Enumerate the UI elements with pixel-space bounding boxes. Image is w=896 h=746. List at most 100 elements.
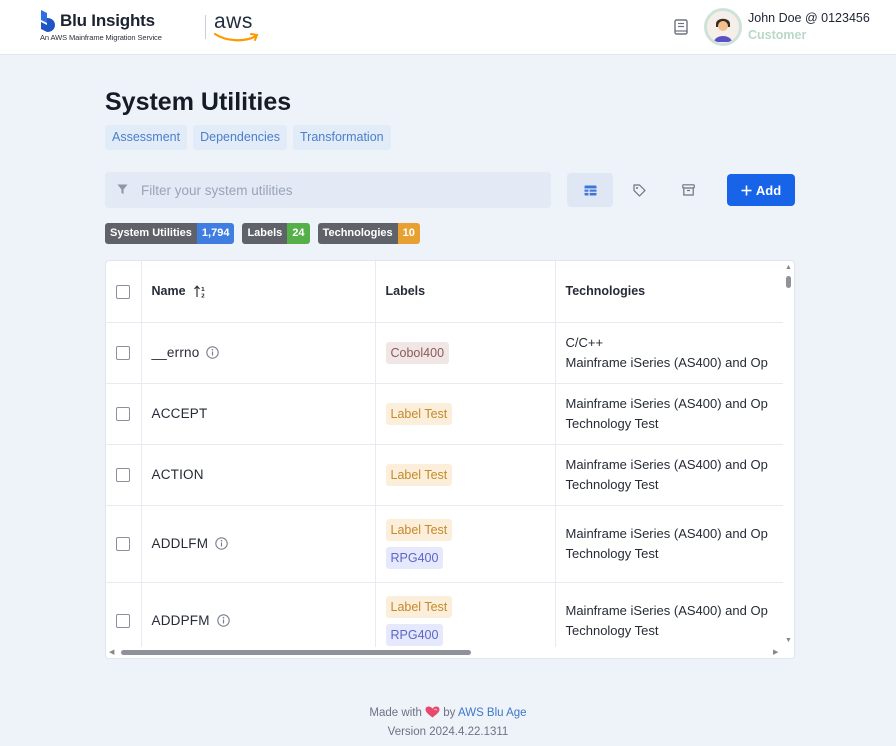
label-chip[interactable]: Label Test [385,402,453,425]
labels-cell: Label Test [375,444,556,506]
column-header-name[interactable]: Name 1 2 [141,261,376,323]
footer-credit: Made with by AWS Blu Age [0,706,896,719]
utility-name[interactable]: __errno [152,345,200,360]
top-bar: Blu Insights An AWS Mainframe Migration … [0,0,896,55]
label-chip[interactable]: Label Test [385,595,453,618]
plus-icon [741,185,752,195]
archive-view-button[interactable] [665,173,711,207]
table-view-button[interactable] [567,173,613,207]
utility-name[interactable]: ADDPFM [152,613,210,628]
tab-transformation[interactable]: Transformation [293,125,391,150]
label-chips: Label Test [385,463,545,486]
row-select-cell [106,505,142,583]
label-chip[interactable]: RPG400 [385,546,444,569]
horizontal-scrollbar[interactable]: ◀ ▶ [106,647,794,658]
labels-cell: Label Test [375,383,556,445]
add-button-label: Add [755,182,782,198]
stat-system-utilities: System Utilities 1,794 [105,223,235,244]
technology-name: Mainframe iSeries (AS400) and Op [565,354,768,370]
archive-icon [681,184,695,196]
avatar[interactable] [704,8,742,46]
footer-company-link[interactable]: AWS Blu Age [458,707,527,719]
docs-book-icon[interactable] [674,19,688,35]
stat-value: 24 [287,223,310,244]
name-cell-content: ADDLFM [152,536,365,551]
info-icon[interactable] [216,614,230,627]
aws-logo-text: aws [214,10,253,33]
add-button[interactable]: Add [727,174,795,206]
user-avatar-icon [707,11,739,43]
footer-made-with: Made with [369,707,422,719]
stat-value: 10 [397,223,420,244]
row-checkbox[interactable] [116,346,131,361]
filter-funnel-icon [117,184,128,194]
scroll-left-arrow-icon[interactable]: ◀ [109,649,114,656]
technology-name: Mainframe iSeries (AS400) and Op [565,602,768,618]
column-header-technologies: Technologies [555,261,785,323]
labels-view-button[interactable] [616,173,662,207]
labels-cell: Label Test RPG400 [375,582,556,648]
tab-assessment[interactable]: Assessment [105,125,188,150]
table-row[interactable]: ACTION Label Test Mainframe iSeries (AS400… [106,444,785,506]
table-row[interactable]: ADDPFM Label Test RPG400 Mainframe iSeries … [106,582,785,648]
name-cell-content: ACTION [152,467,365,482]
stat-value: 1,794 [196,223,235,244]
scroll-up-arrow-icon[interactable]: ▲ [785,264,792,271]
row-select-cell [106,322,142,384]
system-utilities-table: Name 1 2 Labels Technologies __errno Cobo… [105,260,795,659]
horizontal-scroll-thumb[interactable] [121,650,471,655]
name-cell: ADDLFM [141,505,376,583]
label-chip[interactable]: Cobol400 [385,341,450,364]
technologies-cell: Mainframe iSeries (AS400) and Op Technolo… [555,444,785,506]
tab-bar: Assessment Dependencies Transformation [105,125,391,150]
table-row[interactable]: __errno Cobol400 C/C++ Mainframe iSeries (A… [106,322,785,384]
table-row[interactable]: ADDLFM Label Test RPG400 Mainframe iSeries … [106,505,785,583]
tag-icon [632,183,646,197]
label-chip[interactable]: Label Test [385,463,453,486]
name-cell: ACTION [141,444,376,506]
column-header-labels: Labels [375,261,556,323]
filter-bar[interactable] [105,172,551,208]
name-cell: ACCEPT [141,383,376,445]
user-name[interactable]: John Doe @ 0123456 [748,11,870,25]
vertical-scroll-thumb[interactable] [786,276,791,288]
table-viewport[interactable]: Name 1 2 Labels Technologies __errno Cobo… [106,261,785,648]
brand-name: Blu Insights [60,11,155,30]
row-checkbox[interactable] [116,407,131,422]
row-checkbox[interactable] [116,614,131,629]
technologies-cell: C/C++ Mainframe iSeries (AS400) and Op [555,322,785,384]
technologies-cell: Mainframe iSeries (AS400) and Op Technolo… [555,582,785,648]
tab-dependencies[interactable]: Dependencies [193,125,288,150]
label-chips: Label Test RPG400 [385,518,545,569]
page-title: System Utilities [105,88,292,116]
name-cell-content: ACCEPT [152,406,365,421]
scroll-right-arrow-icon[interactable]: ▶ [773,649,778,656]
row-select-cell [106,582,142,648]
stats-badges: System Utilities 1,794 Labels 24 Technol… [105,223,420,244]
utility-name[interactable]: ADDLFM [152,536,209,551]
sort-icon[interactable]: 1 2 [193,285,207,298]
technology-name: C/C++ [565,334,604,350]
technology-name: Mainframe iSeries (AS400) and Op [565,525,768,541]
name-cell-content: __errno [152,345,365,360]
technology-name: Mainframe iSeries (AS400) and Op [565,395,768,411]
utility-name[interactable]: ACTION [152,467,204,482]
row-checkbox[interactable] [116,468,131,483]
info-icon[interactable] [215,537,228,550]
brand-subtitle: An AWS Mainframe Migration Service [40,33,162,42]
aws-smile-icon [214,32,259,42]
utility-name[interactable]: ACCEPT [152,406,208,421]
vertical-scrollbar[interactable]: ▲ ▼ [783,261,794,648]
label-chip[interactable]: RPG400 [385,623,444,646]
scroll-down-arrow-icon[interactable]: ▼ [785,637,792,644]
select-all-checkbox[interactable] [116,284,131,299]
row-checkbox[interactable] [116,537,131,552]
label-chip[interactable]: Label Test [385,518,453,541]
name-cell: ADDPFM [141,582,376,648]
table-row[interactable]: ACCEPT Label Test Mainframe iSeries (AS400… [106,383,785,445]
info-icon[interactable] [206,346,220,359]
technologies-cell: Mainframe iSeries (AS400) and Op Technolo… [555,505,785,583]
filter-input[interactable] [141,172,541,208]
stat-technologies: Technologies 10 [317,223,420,244]
row-select-cell [106,383,142,445]
